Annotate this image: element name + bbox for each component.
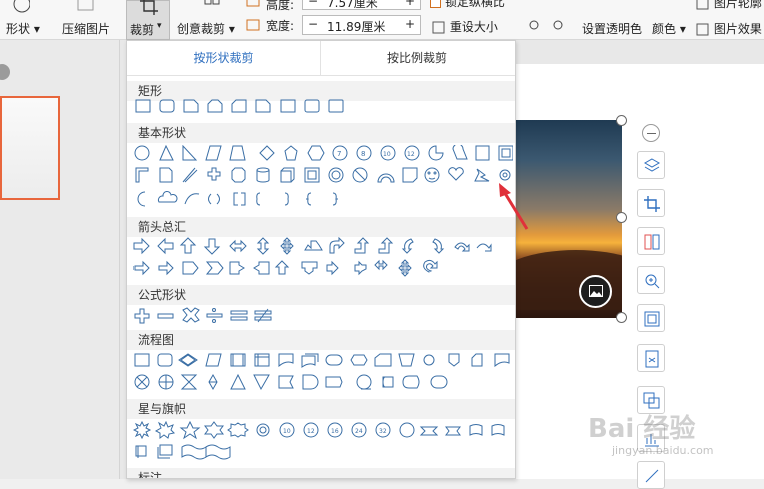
- edit-icon: [645, 469, 659, 483]
- svg-text:32: 32: [379, 428, 387, 435]
- zoom-icon: [645, 274, 660, 289]
- crop-tabs: 按形状裁剪 按比例裁剪: [127, 41, 515, 76]
- edit-tool-button[interactable]: [637, 461, 665, 489]
- formula-shapes-row[interactable]: [133, 307, 513, 327]
- resize-handle-bottom-right[interactable]: [616, 312, 627, 323]
- section-flowchart: 流程图: [127, 330, 515, 350]
- slide-thumbnail[interactable]: [0, 96, 60, 200]
- watermark-url: jingyan.baidu.com: [612, 444, 714, 457]
- svg-text:10: 10: [283, 428, 291, 435]
- compress-button[interactable]: 压缩图片: [62, 20, 110, 37]
- crop-tool-icon: [644, 196, 660, 212]
- basic-shapes-grid[interactable]: 7 8 10 12: [133, 145, 513, 185]
- svg-text:10: 10: [383, 151, 391, 158]
- picture-outline-button[interactable]: 图片轮廓: [696, 0, 762, 11]
- fit-tool-button[interactable]: [637, 304, 665, 332]
- sun-icon-2[interactable]: [551, 18, 565, 35]
- crop-shape-dropdown: 按形状裁剪 按比例裁剪 矩形 基本形状 7 8 10 12 箭头总汇 公式形状 …: [126, 40, 516, 479]
- shape-button[interactable]: [8, 0, 30, 16]
- layers-icon: [643, 158, 661, 172]
- crop-button[interactable]: 裁剪 ▾: [126, 0, 170, 40]
- rectangle-shapes-row[interactable]: [133, 98, 513, 118]
- section-arrows: 箭头总汇: [127, 217, 515, 237]
- shape-label[interactable]: 形状 ▾: [6, 20, 40, 37]
- rectangle-shapes-icons[interactable]: [133, 98, 513, 118]
- svg-text:7: 7: [337, 150, 341, 158]
- basic-shapes-icons[interactable]: 7 8 10 12: [133, 145, 513, 190]
- slide-thumbnail-panel: [0, 40, 120, 479]
- resize-handle-right[interactable]: [616, 212, 627, 223]
- lock-ratio-checkbox[interactable]: 锁定纵横比: [430, 0, 505, 10]
- crop-tool-button[interactable]: [637, 189, 665, 217]
- convert-tool-button[interactable]: [637, 344, 665, 372]
- height-icon: [246, 0, 260, 11]
- section-formula-shapes: 公式形状: [127, 285, 515, 305]
- ribbon-toolbar: 形状 ▾ 压缩图片 裁剪 ▾ 创意裁剪 ▾ 高度: − 7.57厘米 + 宽度: …: [0, 0, 764, 40]
- convert-icon: [645, 350, 659, 368]
- svg-text:12: 12: [407, 151, 415, 158]
- compress-icon: [76, 0, 96, 17]
- svg-text:12: 12: [307, 428, 315, 435]
- fit-icon: [644, 311, 660, 327]
- image-icon: [589, 285, 603, 297]
- set-transparent-button[interactable]: 设置透明色: [582, 20, 642, 37]
- resize-handle-top-right[interactable]: [616, 115, 627, 126]
- crop-icon: [140, 0, 158, 15]
- panel-scroll-knob[interactable]: [0, 64, 10, 80]
- outline-icon: [696, 0, 709, 9]
- height-field[interactable]: − 7.57厘米 +: [302, 0, 421, 10]
- arrow-shapes-icons[interactable]: [133, 237, 513, 282]
- brace-shapes-icons[interactable]: [133, 190, 513, 210]
- tab-crop-by-ratio[interactable]: 按比例裁剪: [320, 41, 513, 76]
- flowchart-shapes-icons[interactable]: [133, 352, 513, 397]
- effect-icon: [696, 23, 709, 35]
- width-icon: [246, 18, 260, 35]
- arrow-shapes-grid[interactable]: [133, 237, 513, 282]
- shape-icon: [13, 0, 30, 13]
- section-stars-banners: 星与旗帜: [127, 399, 515, 419]
- reset-size-icon: [432, 21, 445, 33]
- zoom-tool-button[interactable]: [637, 266, 665, 294]
- height-label: 高度:: [266, 0, 295, 12]
- width-label: 宽度:: [266, 19, 295, 33]
- creative-crop-icon: [203, 0, 221, 17]
- collapse-toolbar-button[interactable]: [642, 124, 660, 142]
- color-button[interactable]: 颜色 ▾: [652, 20, 686, 37]
- watermark: Bai 经验: [588, 414, 696, 444]
- svg-text:8: 8: [361, 150, 365, 158]
- layers-tool-button[interactable]: [637, 151, 665, 179]
- sun-icon-1[interactable]: [527, 18, 541, 35]
- width-field[interactable]: − 11.89厘米 +: [302, 15, 421, 35]
- split-tool-button[interactable]: [637, 227, 665, 255]
- svg-text:16: 16: [331, 428, 339, 435]
- tab-crop-by-shape[interactable]: 按形状裁剪: [127, 41, 320, 76]
- formula-shapes-icons[interactable]: [133, 307, 513, 327]
- star-shapes-grid[interactable]: 10 12 16 24 32: [133, 421, 513, 466]
- section-callouts: 标注: [127, 468, 515, 478]
- star-shapes-icons[interactable]: 10 12 16 24 32: [133, 421, 513, 466]
- reset-size-button[interactable]: 重设大小: [432, 18, 498, 35]
- picture-action-button[interactable]: [579, 275, 612, 308]
- section-basic-shapes: 基本形状: [127, 123, 515, 143]
- flowchart-shapes-grid[interactable]: [133, 352, 513, 397]
- split-icon: [644, 234, 660, 250]
- svg-text:24: 24: [355, 428, 363, 435]
- basic-shapes-row-3[interactable]: [133, 190, 513, 210]
- creative-crop-button[interactable]: 创意裁剪 ▾: [177, 20, 235, 37]
- picture-effect-button[interactable]: 图片效果: [696, 20, 762, 37]
